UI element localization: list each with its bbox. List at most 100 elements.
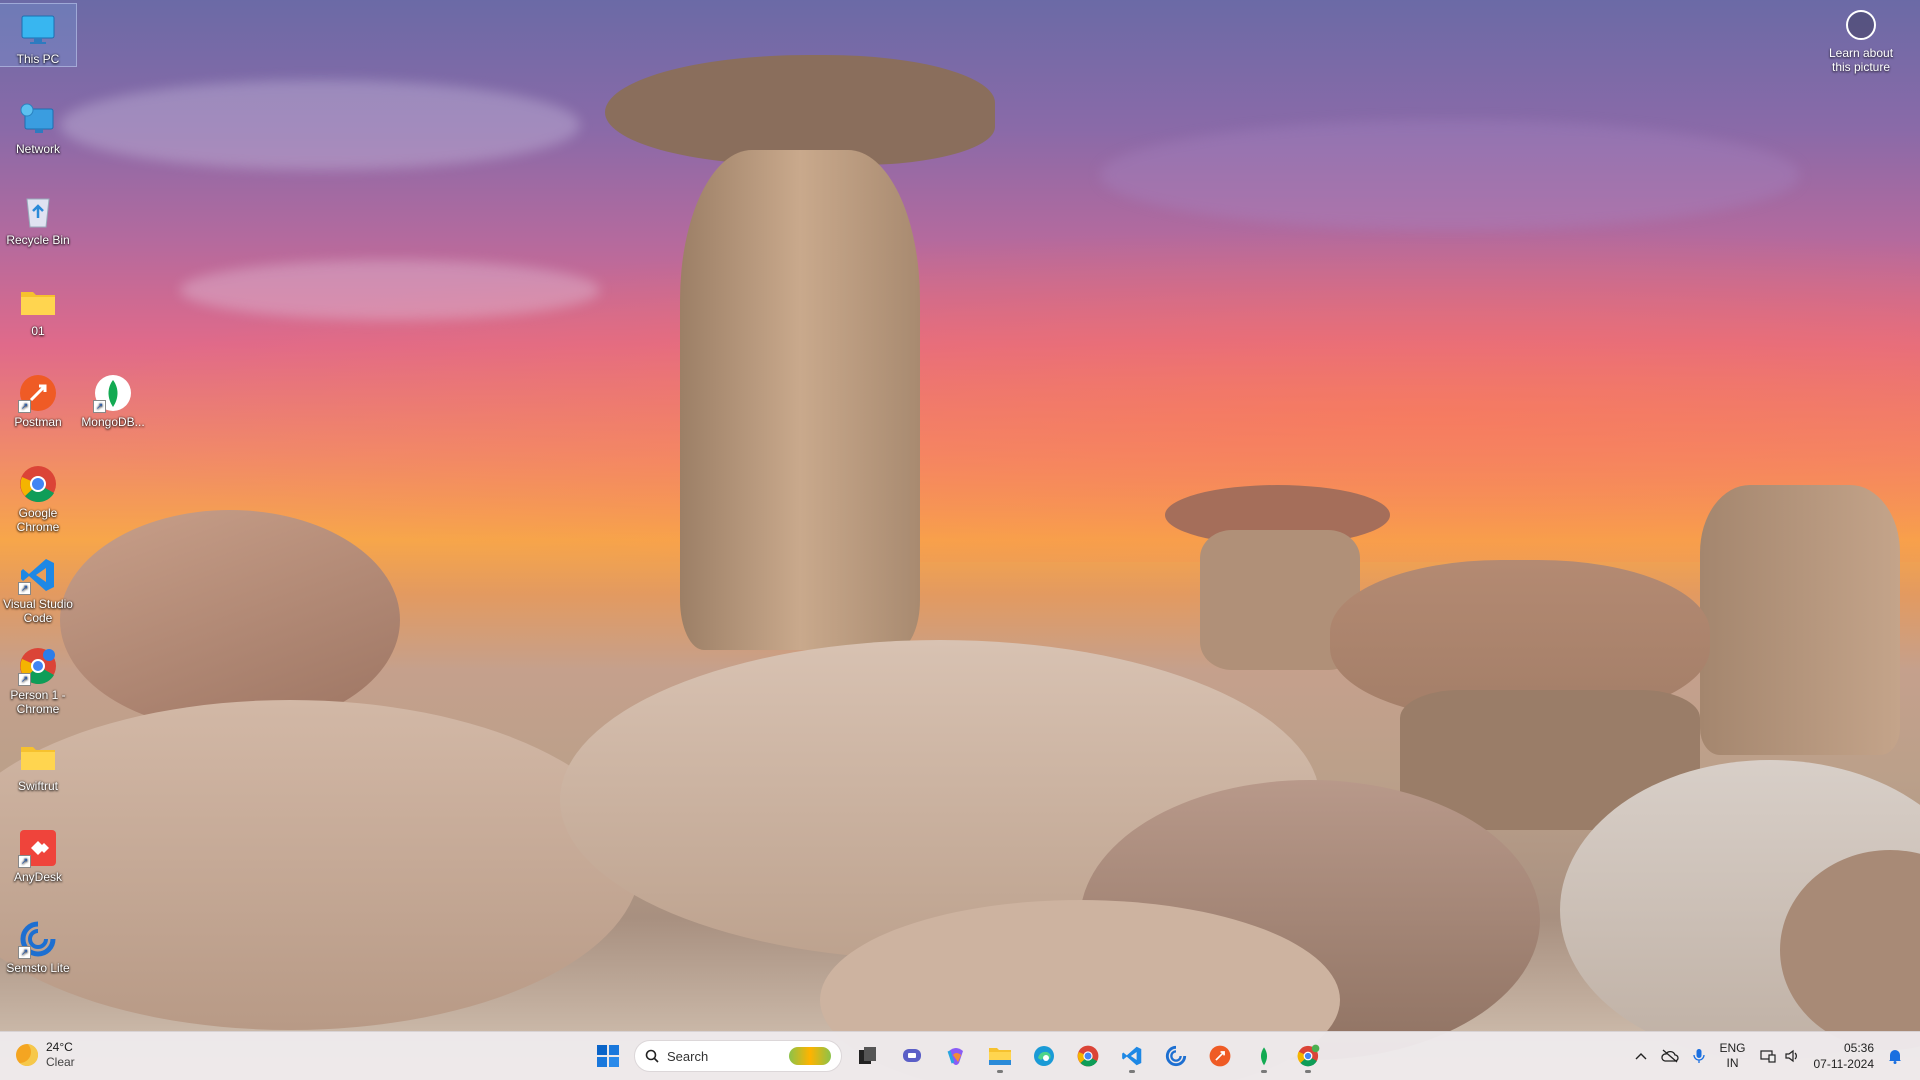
shortcut-arrow-icon: ↗ (18, 673, 31, 686)
start-button[interactable] (590, 1038, 626, 1074)
volume-icon (1784, 1049, 1797, 1063)
learn-about-picture-button[interactable]: Learn about this picture (1816, 10, 1906, 74)
taskbar-app-postman[interactable] (1202, 1038, 1238, 1074)
vscode-icon: ↗ (18, 555, 58, 595)
edge-icon (1034, 1046, 1054, 1066)
taskbar-app-copilot[interactable] (938, 1038, 974, 1074)
weather-condition: Clear (46, 1055, 75, 1069)
language-indicator[interactable]: ENG IN (1719, 1041, 1745, 1071)
notifications-button[interactable] (1888, 1048, 1902, 1064)
cloud (1100, 120, 1800, 230)
shortcut-arrow-icon: ↗ (18, 400, 31, 413)
running-indicator (997, 1070, 1003, 1073)
folder-icon (18, 737, 58, 777)
desktop-icon-label: Network (15, 142, 60, 156)
clock-date: 07-11-2024 (1813, 1057, 1875, 1071)
sunset-glow (0, 194, 1920, 562)
learn-about-line2: this picture (1831, 60, 1891, 74)
microphone-button[interactable] (1693, 1048, 1706, 1064)
clock[interactable]: 05:36 07-11-2024 (1814, 1040, 1875, 1072)
taskbar-app-mongodb[interactable] (1246, 1038, 1282, 1074)
taskbar-app-meet[interactable] (894, 1038, 930, 1074)
taskbar-app-file-explorer[interactable] (982, 1038, 1018, 1074)
taskbar-app-vscode[interactable] (1114, 1038, 1150, 1074)
taskbar-search-box[interactable]: Search (634, 1040, 842, 1072)
hoodoo-cap (605, 55, 995, 165)
windows-start-icon (597, 1045, 619, 1067)
meet-icon (903, 1049, 921, 1062)
desktop-icon-network[interactable]: Network (0, 94, 76, 156)
taskbar-app-edge[interactable] (1026, 1038, 1062, 1074)
search-icon (645, 1049, 659, 1063)
desktop-icon-label: AnyDesk (13, 870, 63, 884)
copilot-icon (947, 1048, 963, 1065)
running-indicator (1305, 1070, 1311, 1073)
cloud (60, 80, 580, 170)
desktop-icon-swiftrut[interactable]: Swiftrut (0, 731, 76, 793)
task-view-button[interactable] (850, 1038, 886, 1074)
chrome-icon (18, 464, 58, 504)
mongodb-icon: ↗ (93, 373, 133, 413)
chrome-profile-icon (1297, 1044, 1320, 1067)
shortcut-arrow-icon: ↗ (18, 946, 31, 959)
chevron-up-icon (1635, 1053, 1647, 1060)
desktop-icon-label: Semsto Lite (6, 961, 70, 975)
shortcut-arrow-icon: ↗ (93, 400, 106, 413)
search-highlight-icon (789, 1047, 831, 1065)
running-indicator (1129, 1070, 1135, 1073)
desktop-icon-semsto-lite[interactable]: ↗ Semsto Lite (0, 913, 76, 975)
microphone-icon (1693, 1049, 1706, 1063)
camera-circle-icon (1846, 10, 1876, 40)
moon-icon (16, 1044, 38, 1066)
desktop-icon-label: This PC (16, 52, 60, 66)
taskbar-app-chrome-profile[interactable] (1290, 1038, 1326, 1074)
desktop-icon-recycle-bin[interactable]: Recycle Bin (0, 185, 76, 247)
monitor-icon (18, 10, 58, 50)
desktop-icon-label: Visual Studio Code (3, 597, 73, 625)
desktop-icon-label: Google Chrome (16, 506, 60, 534)
rock (60, 510, 400, 730)
desktop-icon-mongodb[interactable]: ↗ MongoDB... (75, 367, 151, 429)
show-hidden-icons-button[interactable] (1635, 1052, 1647, 1060)
shortcut-arrow-icon: ↗ (18, 582, 31, 595)
taskbar-center: Search (590, 1038, 1326, 1074)
network-volume-button[interactable] (1759, 1049, 1800, 1063)
onedrive-button[interactable] (1661, 1049, 1680, 1063)
semsto-icon (1165, 1045, 1187, 1067)
desktop-icon-postman[interactable]: ↗ Postman (0, 367, 76, 429)
running-indicator (1261, 1070, 1267, 1073)
desktop-icon-anydesk[interactable]: ↗ AnyDesk (0, 822, 76, 884)
clock-time: 05:36 (1843, 1041, 1874, 1055)
desktop-icon-this-pc[interactable]: This PC (0, 3, 77, 67)
desktop-icon-vscode[interactable]: ↗ Visual Studio Code (0, 549, 76, 625)
weather-widget[interactable]: 24°C Clear (16, 1040, 75, 1070)
desktop-icon-label: Postman (14, 415, 62, 429)
desktop-icon-label: Swiftrut (17, 779, 58, 793)
desktop-icon-google-chrome[interactable]: Google Chrome (0, 458, 76, 534)
desktop-icon-person1-chrome[interactable]: ↗ Person 1 - Chrome (0, 640, 76, 716)
desktop-icon-label: MongoDB... (81, 415, 145, 429)
taskbar: 24°C Clear Search ENG IN 05:36 07-11-202… (0, 1031, 1920, 1080)
language-region: IN (1726, 1056, 1739, 1070)
taskbar-app-chrome[interactable] (1070, 1038, 1106, 1074)
chrome-profile-icon: ↗ (18, 646, 58, 686)
postman-icon: ↗ (18, 373, 58, 413)
cloud-off-icon (1661, 1049, 1680, 1063)
weather-temperature: 24°C (46, 1040, 73, 1054)
vscode-icon (1122, 1046, 1142, 1066)
chrome-icon (1077, 1045, 1099, 1067)
taskbar-app-semsto[interactable] (1158, 1038, 1194, 1074)
language-code: ENG (1719, 1041, 1746, 1055)
desktop-icon-label: 01 (31, 324, 45, 338)
system-tray: ENG IN 05:36 07-11-2024 (1635, 1032, 1920, 1080)
shortcut-arrow-icon: ↗ (18, 855, 31, 868)
mongodb-icon (1260, 1047, 1268, 1066)
desktop-icon-folder-01[interactable]: 01 (0, 276, 76, 338)
search-placeholder: Search (667, 1048, 709, 1064)
network-icon (1759, 1050, 1776, 1063)
recycle-bin-icon (18, 191, 58, 231)
hoodoo-pillar (680, 150, 920, 650)
desktop-wallpaper (0, 0, 1920, 1080)
anydesk-icon: ↗ (18, 828, 58, 868)
hoodoo-pillar (1700, 485, 1900, 755)
